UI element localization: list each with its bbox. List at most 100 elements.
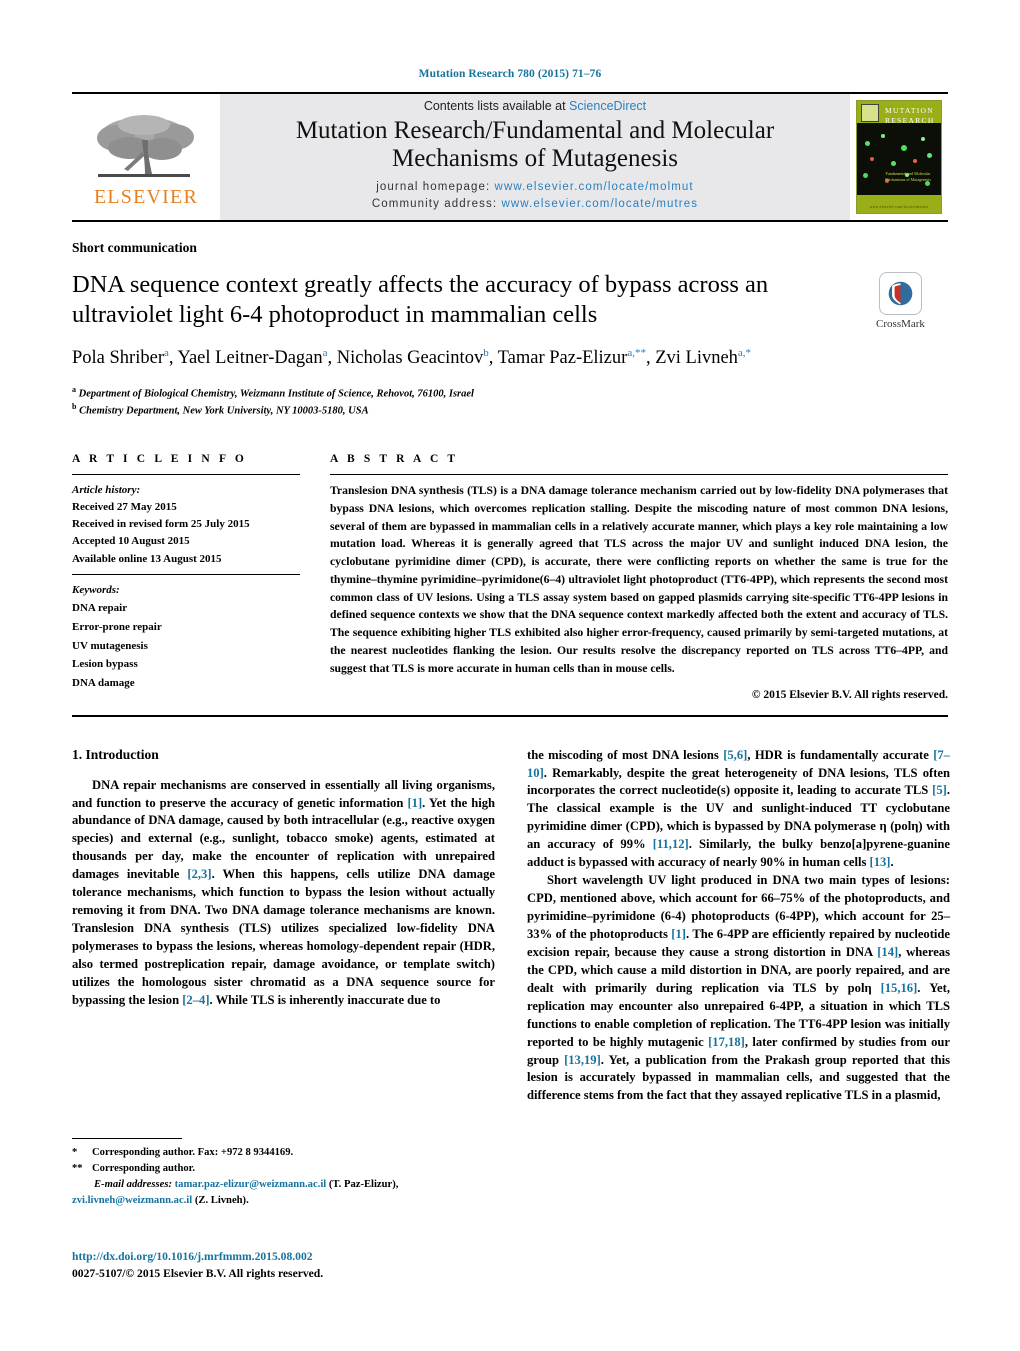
author-name: Yael Leitner-Dagan (177, 347, 323, 368)
homepage-label: journal homepage: (376, 181, 495, 194)
footnote-mark: ** (72, 1162, 83, 1174)
keywords-label: Keywords: (72, 583, 120, 596)
cover-title-line2: RESEARCH (885, 116, 935, 126)
article-type-label: Short communication (72, 240, 197, 255)
footnote-corresponding-1: * Corresponding author. Fax: +972 8 93441… (72, 1145, 495, 1161)
elsevier-logo-block: ELSEVIER (72, 94, 220, 220)
footnote-corresponding-2: ** Corresponding author. (72, 1161, 495, 1177)
text-run: . (890, 855, 894, 870)
article-history-group: Article history: Received 27 May 2015 Re… (72, 482, 300, 574)
citation-ref[interactable]: [1] (407, 796, 422, 810)
cover-dot (901, 145, 907, 151)
paragraph: DNA repair mechanisms are conserved in e… (72, 777, 495, 1010)
info-and-abstract: A R T I C L E I N F O Article history: R… (72, 453, 948, 701)
doi-block: http://dx.doi.org/10.1016/j.mrfmmm.2015.… (72, 1248, 512, 1283)
footnote-text: Corresponding author. Fax: +972 8 934416… (92, 1147, 294, 1158)
community-url-link[interactable]: www.elsevier.com/locate/mutres (501, 198, 698, 210)
crossmark-badge-block[interactable]: CrossMark (853, 272, 948, 330)
affiliation-item: a Department of Biological Chemistry, We… (72, 384, 948, 402)
citation-ref[interactable]: [5,6] (723, 748, 747, 762)
abstract-heading: A B S T R A C T (330, 453, 459, 465)
cover-dot (865, 141, 870, 146)
abstract-copyright: © 2015 Elsevier B.V. All rights reserved… (751, 688, 948, 701)
affiliation-mark: b (72, 402, 77, 412)
elsevier-wordmark: ELSEVIER (93, 185, 199, 208)
journal-cover-thumbnail: MUTATION RESEARCH Fundamental and Molecu… (856, 100, 942, 214)
citation-ref[interactable]: [17,18] (708, 1035, 745, 1049)
divider (72, 573, 300, 575)
author-affil-mark[interactable]: a,** (627, 347, 646, 359)
footnotes-block: * Corresponding author. Fax: +972 8 93441… (72, 1138, 495, 1209)
article-info-column: A R T I C L E I N F O Article history: R… (72, 453, 300, 701)
keyword-item: Error-prone repair (72, 620, 162, 633)
paragraph: the miscoding of most DNA lesions [5,6],… (527, 747, 950, 873)
email-wrap: zvi.livneh@weizmann.ac.il (Z. Livneh). (72, 1195, 249, 1206)
elsevier-tree-icon (97, 114, 194, 177)
running-head: Mutation Research 780 (2015) 71–76 (418, 68, 602, 80)
author-sep: , (488, 347, 498, 368)
citation-ref[interactable]: [13,19] (564, 1053, 601, 1067)
cover-dot (891, 161, 896, 166)
citation-ref[interactable]: [2–4] (182, 993, 209, 1007)
email-owner: (Z. Livneh). (194, 1194, 249, 1206)
journal-homepage-line: journal homepage: www.elsevier.com/locat… (376, 179, 693, 196)
citation-ref[interactable]: [15,16] (881, 981, 918, 995)
keyword-item: UV mutagenesis (72, 639, 148, 652)
email-link-livneh[interactable]: zvi.livneh@weizmann.ac.il (72, 1195, 192, 1206)
abstract-column: A B S T R A C T Translesion DNA synthesi… (330, 453, 948, 701)
paper-page: Mutation Research 780 (2015) 71–76 ELSEV… (0, 0, 1020, 1351)
journal-title-line1: Mutation Research/Fundamental and Molecu… (295, 117, 775, 145)
history-item: Available online 13 August 2015 (72, 552, 222, 565)
footnote-rule (72, 1138, 182, 1139)
citation-ref[interactable]: [11,12] (653, 837, 689, 851)
keyword-item: Lesion bypass (72, 658, 138, 671)
doi-link[interactable]: http://dx.doi.org/10.1016/j.mrfmmm.2015.… (72, 1248, 512, 1265)
cover-title: MUTATION RESEARCH (885, 106, 935, 126)
journal-cover-block: MUTATION RESEARCH Fundamental and Molecu… (850, 94, 948, 220)
citation-ref[interactable]: [13] (870, 855, 891, 869)
citation-ref[interactable]: [1] (671, 927, 686, 941)
homepage-url-link[interactable]: www.elsevier.com/locate/molmut (495, 181, 694, 193)
cover-title-line1: MUTATION (885, 106, 934, 115)
author-sep: , (645, 347, 651, 368)
page-title: DNA sequence context greatly affects the… (72, 270, 842, 331)
divider (330, 474, 948, 475)
footnote-mark: * (72, 1147, 78, 1158)
author-name: Nicholas Geacintov (336, 347, 484, 368)
citation-ref[interactable]: [2,3] (187, 867, 211, 881)
footnote-text: Corresponding author. (92, 1162, 196, 1174)
author-name: Tamar Paz-Elizur (497, 347, 628, 368)
article-info-heading: A R T I C L E I N F O (72, 453, 247, 465)
cover-footer-url: www.elsevier.com/locate/mutres (869, 205, 929, 209)
abstract-text: Translesion DNA synthesis (TLS) is a DNA… (330, 484, 948, 675)
author-name: Zvi Livneh (655, 347, 738, 368)
citation-ref[interactable]: [14] (877, 945, 898, 959)
keyword-item: DNA repair (72, 601, 128, 614)
title-block: DNA sequence context greatly affects the… (72, 270, 948, 331)
journal-masthead: ELSEVIER Contents lists available at Sci… (72, 92, 948, 222)
author-sep: , (327, 347, 337, 368)
issn-copyright-line: 0027-5107/© 2015 Elsevier B.V. All right… (72, 1267, 324, 1281)
crossmark-icon[interactable] (879, 272, 922, 315)
journal-title-line2: Mechanisms of Mutagenesis (391, 145, 679, 173)
cover-publisher-logo-icon (861, 104, 879, 122)
cover-dot (863, 173, 868, 178)
sciencedirect-link[interactable]: ScienceDirect (569, 99, 646, 113)
paragraph: Short wavelength UV light produced in DN… (527, 872, 950, 1105)
affiliation-list: a Department of Biological Chemistry, We… (72, 384, 948, 419)
article-title-line2: ultraviolet light 6-4 photoproduct in ma… (72, 301, 598, 329)
affiliation-mark: a (72, 384, 76, 394)
cover-dot (921, 137, 925, 141)
journal-info-block: Contents lists available at ScienceDirec… (220, 94, 850, 220)
author-list: Pola Shribera, Yael Leitner-Dagana, Nich… (72, 345, 872, 372)
contents-prefix: Contents lists available at (423, 99, 570, 114)
citation-ref[interactable]: [5] (932, 783, 947, 797)
text-run: the miscoding of most DNA lesions (527, 747, 724, 762)
email-link-paz-elizur[interactable]: tamar.paz-elizur@weizmann.ac.il (175, 1179, 327, 1190)
contents-available-line: Contents lists available at ScienceDirec… (424, 99, 646, 113)
author-affil-mark[interactable]: a,* (738, 347, 751, 359)
author-name: Pola Shriber (72, 347, 164, 368)
abstract-bottom-rule (72, 714, 948, 717)
footnote-emails: E-mail addresses: tamar.paz-elizur@weizm… (72, 1177, 495, 1209)
article-title-line1: DNA sequence context greatly affects the… (72, 271, 769, 298)
